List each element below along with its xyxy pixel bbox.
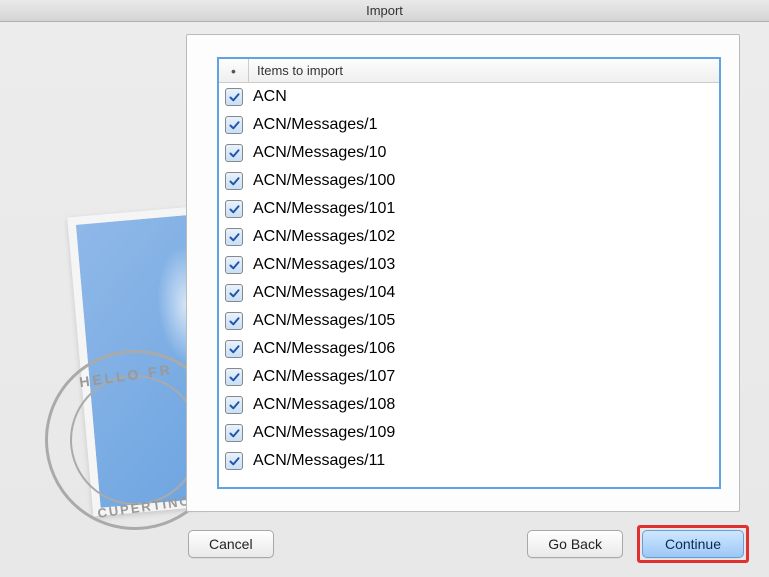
list-item[interactable]: ACN/Messages/1 (219, 111, 719, 139)
checkbox[interactable] (225, 200, 243, 218)
checkbox[interactable] (225, 340, 243, 358)
checkbox[interactable] (225, 144, 243, 162)
list-item-label: ACN/Messages/108 (253, 396, 395, 414)
continue-highlight: Continue (637, 525, 749, 563)
checkmark-icon (228, 203, 241, 216)
list-item[interactable]: ACN/Messages/103 (219, 251, 719, 279)
list-item-label: ACN/Messages/1 (253, 116, 378, 134)
import-list-box: • Items to import ACN ACN/Messages/1 ACN/M… (217, 57, 721, 489)
list-item-label: ACN/Messages/101 (253, 200, 395, 218)
list-item[interactable]: ACN/Messages/100 (219, 167, 719, 195)
checkmark-icon (228, 175, 241, 188)
cancel-button[interactable]: Cancel (188, 530, 274, 558)
list-item-label: ACN/Messages/107 (253, 368, 395, 386)
checkbox[interactable] (225, 172, 243, 190)
checkmark-icon (228, 259, 241, 272)
checkbox[interactable] (225, 312, 243, 330)
checkbox[interactable] (225, 116, 243, 134)
checkmark-icon (228, 147, 241, 160)
checkmark-icon (228, 231, 241, 244)
list-item-label: ACN/Messages/11 (253, 452, 385, 470)
checkmark-icon (228, 371, 241, 384)
checkmark-icon (228, 119, 241, 132)
list-item[interactable]: ACN/Messages/108 (219, 391, 719, 419)
header-bullet-column: • (219, 59, 249, 83)
list-header[interactable]: • Items to import (219, 59, 719, 83)
list-item-label: ACN/Messages/102 (253, 228, 395, 246)
checkmark-icon (228, 455, 241, 468)
checkbox[interactable] (225, 452, 243, 470)
button-bar: Cancel Go Back Continue (0, 527, 769, 561)
list-item-label: ACN/Messages/109 (253, 424, 395, 442)
list-item[interactable]: ACN/Messages/105 (219, 307, 719, 335)
checkbox[interactable] (225, 368, 243, 386)
import-panel: • Items to import ACN ACN/Messages/1 ACN/M… (186, 34, 740, 512)
import-list[interactable]: ACN ACN/Messages/1 ACN/Messages/10 ACN/Mess… (219, 83, 719, 487)
checkmark-icon (228, 399, 241, 412)
list-item[interactable]: ACN/Messages/102 (219, 223, 719, 251)
go-back-button[interactable]: Go Back (527, 530, 623, 558)
list-item[interactable]: ACN/Messages/11 (219, 447, 719, 475)
list-item[interactable]: ACN/Messages/101 (219, 195, 719, 223)
checkbox[interactable] (225, 424, 243, 442)
checkbox[interactable] (225, 88, 243, 106)
list-item[interactable]: ACN/Messages/107 (219, 363, 719, 391)
header-items-label: Items to import (249, 63, 719, 78)
checkmark-icon (228, 315, 241, 328)
list-item-label: ACN/Messages/103 (253, 256, 395, 274)
list-item-label: ACN/Messages/10 (253, 144, 386, 162)
list-item-label: ACN/Messages/100 (253, 172, 395, 190)
checkmark-icon (228, 91, 241, 104)
continue-button[interactable]: Continue (642, 530, 744, 558)
checkmark-icon (228, 287, 241, 300)
checkbox[interactable] (225, 228, 243, 246)
list-item-label: ACN/Messages/105 (253, 312, 395, 330)
checkbox[interactable] (225, 396, 243, 414)
checkbox[interactable] (225, 284, 243, 302)
list-item[interactable]: ACN/Messages/106 (219, 335, 719, 363)
list-item-label: ACN (253, 88, 287, 106)
list-item[interactable]: ACN/Messages/104 (219, 279, 719, 307)
list-item[interactable]: ACN/Messages/10 (219, 139, 719, 167)
checkmark-icon (228, 427, 241, 440)
list-item-label: ACN/Messages/104 (253, 284, 395, 302)
checkbox[interactable] (225, 256, 243, 274)
list-item[interactable]: ACN (219, 83, 719, 111)
window-title: Import (0, 0, 769, 22)
list-item-label: ACN/Messages/106 (253, 340, 395, 358)
checkmark-icon (228, 343, 241, 356)
list-item[interactable]: ACN/Messages/109 (219, 419, 719, 447)
